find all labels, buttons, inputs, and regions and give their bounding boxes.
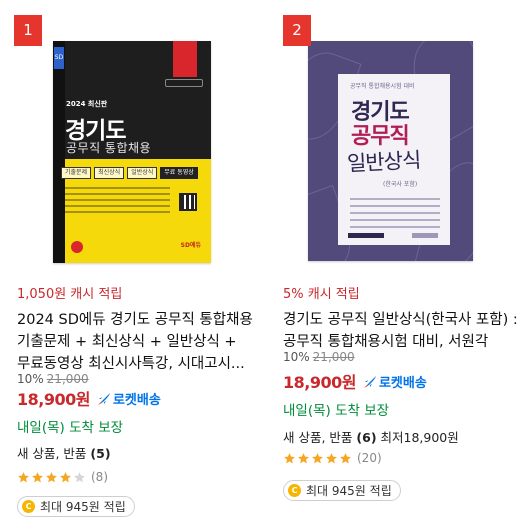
- product-card-info[interactable]: 5% 캐시 적립 경기도 공무직 일반상식(한국사 포함) : 공무직 통합채용…: [268, 0, 521, 529]
- discount-row: 10% 21,000: [283, 350, 355, 364]
- star-icon: [18, 471, 29, 482]
- star-icon: [298, 452, 309, 463]
- price-row: 18,900원 로켓배송: [283, 369, 427, 393]
- cover-tag: 최신상식: [94, 167, 125, 179]
- reward-label: 최대 945원 적립: [306, 484, 392, 498]
- condition-info: 새 상품, 반품 (6) 최저18,900원: [283, 430, 459, 445]
- bestseller-ribbon: [173, 41, 197, 77]
- cashback-label: 5% 캐시 적립: [283, 287, 360, 302]
- publisher-logo: SD: [54, 47, 64, 69]
- return-count: (5): [90, 446, 111, 461]
- return-count: (6): [356, 430, 377, 445]
- price-row: 18,900원 로켓배송: [17, 386, 161, 410]
- rocket-icon: [363, 374, 377, 388]
- coin-icon: C: [288, 484, 301, 497]
- sale-price: 18,900원: [17, 390, 90, 409]
- discount-row: 10% 21,000: [17, 372, 89, 386]
- rank-badge: 1: [14, 15, 42, 46]
- condition-info: 새 상품, 반품 (5): [17, 446, 111, 461]
- rank-badge: 2: [283, 15, 311, 46]
- star-icon: [46, 471, 57, 482]
- cover-tag: 기출문제: [61, 167, 92, 179]
- product-card[interactable]: 1 SD 2024 최신판 경기도 공무직 통합채용 기출문제 최신상식 일반상…: [0, 0, 265, 529]
- delivery-info: 내일(목) 도착 보장: [283, 403, 390, 419]
- cover-tag: 일반상식: [127, 167, 158, 179]
- cashback-label: 1,050원 캐시 적립: [17, 287, 123, 302]
- star-rating: [283, 452, 352, 465]
- rating-row: (20): [283, 451, 382, 465]
- star-icon: [74, 471, 85, 482]
- reward-label: 최대 945원 적립: [40, 500, 126, 514]
- delivery-info: 내일(목) 도착 보장: [17, 420, 124, 436]
- rocket-delivery-label: 로켓배송: [378, 375, 427, 391]
- star-rating: [17, 471, 86, 484]
- qr-code: [179, 193, 197, 211]
- cover-publisher: SD에듀: [180, 242, 201, 249]
- star-icon: [326, 452, 337, 463]
- product-title-link[interactable]: 2024 SD에듀 경기도 공무직 통합채용 기출문제 + 최신상식 + 일반상…: [17, 309, 265, 375]
- product-image[interactable]: SD 2024 최신판 경기도 공무직 통합채용 기출문제 최신상식 일반상식 …: [53, 41, 211, 263]
- sale-price: 18,900원: [283, 373, 356, 392]
- star-icon: [340, 452, 351, 463]
- coin-icon: C: [22, 500, 35, 513]
- reward-badge: C 최대 945원 적립: [17, 496, 135, 517]
- cover-tags: 기출문제 최신상식 일반상식 무료 동영상: [61, 167, 198, 179]
- discount-rate: 10%: [283, 350, 310, 364]
- review-count: (20): [357, 451, 382, 465]
- star-icon: [32, 471, 43, 482]
- rocket-delivery-label: 로켓배송: [112, 392, 161, 408]
- original-price: 21,000: [312, 350, 355, 364]
- cover-year: 2024 최신판: [66, 100, 108, 108]
- star-icon: [60, 471, 71, 482]
- original-price: 21,000: [46, 372, 89, 386]
- product-title-link[interactable]: 경기도 공무직 일반상식(한국사 포함) : 공무직 통합채용시험 대비, 서원…: [283, 309, 521, 353]
- cover-subtitle: 공무직 통합채용: [66, 141, 152, 155]
- discount-rate: 10%: [17, 372, 44, 386]
- star-icon: [312, 452, 323, 463]
- review-count: (8): [91, 470, 108, 484]
- star-icon: [284, 452, 295, 463]
- rating-row: (8): [17, 470, 108, 484]
- cover-tag: 무료 동영상: [160, 167, 198, 179]
- reward-badge: C 최대 945원 적립: [283, 480, 401, 501]
- rocket-icon: [97, 391, 111, 405]
